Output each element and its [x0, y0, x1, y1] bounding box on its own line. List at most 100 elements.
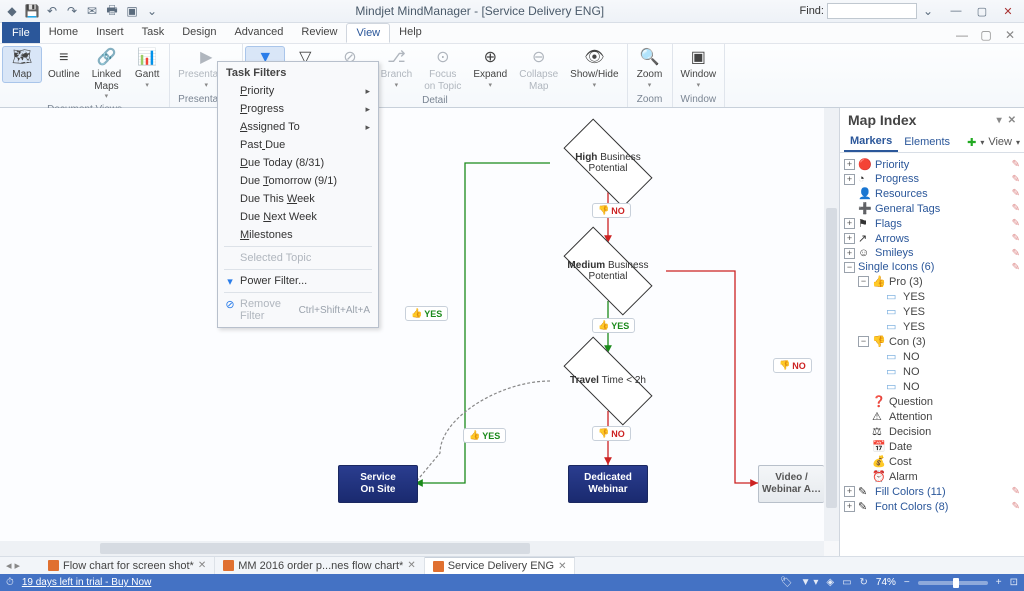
zoom-out-icon[interactable]: − [904, 577, 910, 588]
minimize-button[interactable]: — [944, 3, 968, 20]
tree-toggle-icon[interactable]: + [844, 159, 855, 170]
edit-marker-icon[interactable]: ✎ [1012, 203, 1020, 214]
tree-toggle-icon[interactable]: − [858, 336, 869, 347]
mdi-minimize-icon[interactable]: — [954, 27, 970, 43]
edit-marker-icon[interactable]: ✎ [1012, 159, 1020, 170]
document-tab[interactable]: MM 2016 order p...nes flow chart*✕ [215, 557, 424, 574]
ribbon-zoom-button[interactable]: 🔍Zoom▾ [630, 46, 670, 92]
ribbon-outline-button[interactable]: ≡Outline [42, 46, 86, 83]
mdi-close-icon[interactable]: ✕ [1002, 27, 1018, 43]
tree-toggle-icon[interactable]: + [844, 248, 855, 259]
ribbon-linked-maps-button[interactable]: 🔗Linked Maps▾ [86, 46, 127, 103]
tree-item[interactable]: ⚠Attention [842, 409, 1022, 424]
ribbon-gantt-button[interactable]: 📊Gantt▾ [127, 46, 167, 92]
ribbon-window-button[interactable]: ▣Window▾ [675, 46, 723, 92]
zoom-slider[interactable] [918, 581, 988, 585]
tree-item[interactable]: ➕General Tags✎ [842, 201, 1022, 216]
dropdown-item[interactable]: Assigned To [220, 118, 376, 136]
tab-scroll-left-icon[interactable]: ◂ [6, 559, 12, 572]
menu-tab-help[interactable]: Help [390, 23, 431, 43]
decision-medium[interactable]: Medium BusinessPotential [548, 241, 668, 301]
edit-marker-icon[interactable]: ✎ [1012, 218, 1020, 229]
edit-marker-icon[interactable]: ✎ [1012, 174, 1020, 185]
tree-item[interactable]: ▭NO [842, 364, 1022, 379]
tree-toggle-icon[interactable]: + [844, 174, 855, 185]
tree-item[interactable]: −Single Icons (6)✎ [842, 260, 1022, 274]
menu-tab-advanced[interactable]: Advanced [225, 23, 292, 43]
dropdown-item[interactable]: Progress [220, 100, 376, 118]
tree-item[interactable]: ▭YES [842, 289, 1022, 304]
status-tag-icon[interactable]: 🏷 [780, 577, 793, 588]
vertical-scrollbar[interactable] [824, 108, 839, 541]
dropdown-item[interactable]: Due Next Week [220, 208, 376, 226]
dropdown-item[interactable]: Past Due [220, 136, 376, 154]
tree-item[interactable]: −👍Pro (3) [842, 274, 1022, 289]
app-logo-icon[interactable]: ◆ [4, 3, 20, 19]
edit-marker-icon[interactable]: ✎ [1012, 501, 1020, 512]
email-icon[interactable]: ✉ [84, 3, 100, 19]
add-marker-icon[interactable]: ✚ [967, 136, 976, 149]
dropdown-power-filter[interactable]: ▾ Power Filter... [220, 272, 376, 290]
dropdown-item[interactable]: Due Tomorrow (9/1) [220, 172, 376, 190]
maximize-button[interactable]: ▢ [970, 3, 994, 20]
panel-dropdown-icon[interactable]: ▾ [997, 115, 1002, 126]
document-tab[interactable]: Service Delivery ENG✕ [425, 557, 576, 574]
close-tab-icon[interactable]: ✕ [198, 560, 206, 571]
tree-item[interactable]: ▭YES [842, 319, 1022, 334]
tree-item[interactable]: ▭NO [842, 379, 1022, 394]
screenshot-icon[interactable]: ▣ [124, 3, 140, 19]
menu-tab-home[interactable]: Home [40, 23, 87, 43]
tree-item[interactable]: +☺Smileys✎ [842, 246, 1022, 260]
menu-tab-design[interactable]: Design [173, 23, 225, 43]
decision-high[interactable]: High BusinessPotential [548, 133, 668, 193]
tab-scroll-right-icon[interactable]: ▸ [15, 559, 21, 572]
tree-item[interactable]: ❓Question [842, 394, 1022, 409]
dropdown-item[interactable]: Due Today (8/31) [220, 154, 376, 172]
tree-item[interactable]: +↗Arrows✎ [842, 231, 1022, 246]
redo-icon[interactable]: ↷ [64, 3, 80, 19]
status-fit-icon[interactable]: ◈ [826, 577, 834, 588]
menu-tab-task[interactable]: Task [133, 23, 174, 43]
decision-travel[interactable]: Travel Time < 2h [548, 351, 668, 411]
zoom-in-icon[interactable]: + [996, 577, 1002, 588]
panel-view-button[interactable]: View [988, 136, 1012, 148]
close-tab-icon[interactable]: ✕ [558, 561, 566, 572]
menu-tab-insert[interactable]: Insert [87, 23, 133, 43]
document-tab[interactable]: Flow chart for screen shot*✕ [40, 557, 215, 574]
dropdown-item[interactable]: Due This Week [220, 190, 376, 208]
tree-item[interactable]: +🔴Priority✎ [842, 157, 1022, 172]
save-icon[interactable]: 💾 [24, 3, 40, 19]
tree-toggle-icon[interactable]: + [844, 218, 855, 229]
edit-marker-icon[interactable]: ✎ [1012, 486, 1020, 497]
menu-tab-review[interactable]: Review [292, 23, 346, 43]
horizontal-scrollbar[interactable] [0, 541, 824, 556]
tree-item[interactable]: ⚖Decision [842, 424, 1022, 439]
tree-item[interactable]: ▭NO [842, 349, 1022, 364]
terminal-onsite[interactable]: Service On Site [338, 465, 418, 503]
customize-qat-icon[interactable]: ⌄ [144, 3, 160, 19]
terminal-webinar[interactable]: Dedicated Webinar [568, 465, 648, 503]
edit-marker-icon[interactable]: ✎ [1012, 233, 1020, 244]
status-select-icon[interactable]: ▭ [842, 577, 851, 588]
tree-item[interactable]: 💰Cost [842, 454, 1022, 469]
tree-toggle-icon[interactable]: + [844, 486, 855, 497]
ribbon-showhide-button[interactable]: 👁Show/Hide▾ [564, 46, 624, 92]
tree-toggle-icon[interactable]: − [858, 276, 869, 287]
ribbon-expand-button[interactable]: ⊕Expand▾ [467, 46, 513, 92]
tree-toggle-icon[interactable]: + [844, 233, 855, 244]
trial-link[interactable]: 19 days left in trial - Buy Now [22, 577, 152, 588]
tree-item[interactable]: +✎Font Colors (8)✎ [842, 499, 1022, 514]
ribbon-map-button[interactable]: 🗺Map [2, 46, 42, 83]
tree-item[interactable]: ⏰Alarm [842, 469, 1022, 484]
menu-tab-view[interactable]: View [346, 23, 390, 43]
status-filter-icon[interactable]: ▼ ▾ [801, 577, 819, 588]
tree-item[interactable]: +◔Progress✎ [842, 172, 1022, 186]
dropdown-item[interactable]: Milestones [220, 226, 376, 244]
tree-toggle-icon[interactable]: + [844, 501, 855, 512]
zoom-fit-icon[interactable]: ⊡ [1010, 577, 1018, 588]
dropdown-item[interactable]: Priority [220, 82, 376, 100]
panel-tab-elements[interactable]: Elements [898, 133, 956, 151]
close-tab-icon[interactable]: ✕ [407, 560, 415, 571]
find-dropdown-icon[interactable]: ⌄ [920, 3, 936, 19]
undo-icon[interactable]: ↶ [44, 3, 60, 19]
